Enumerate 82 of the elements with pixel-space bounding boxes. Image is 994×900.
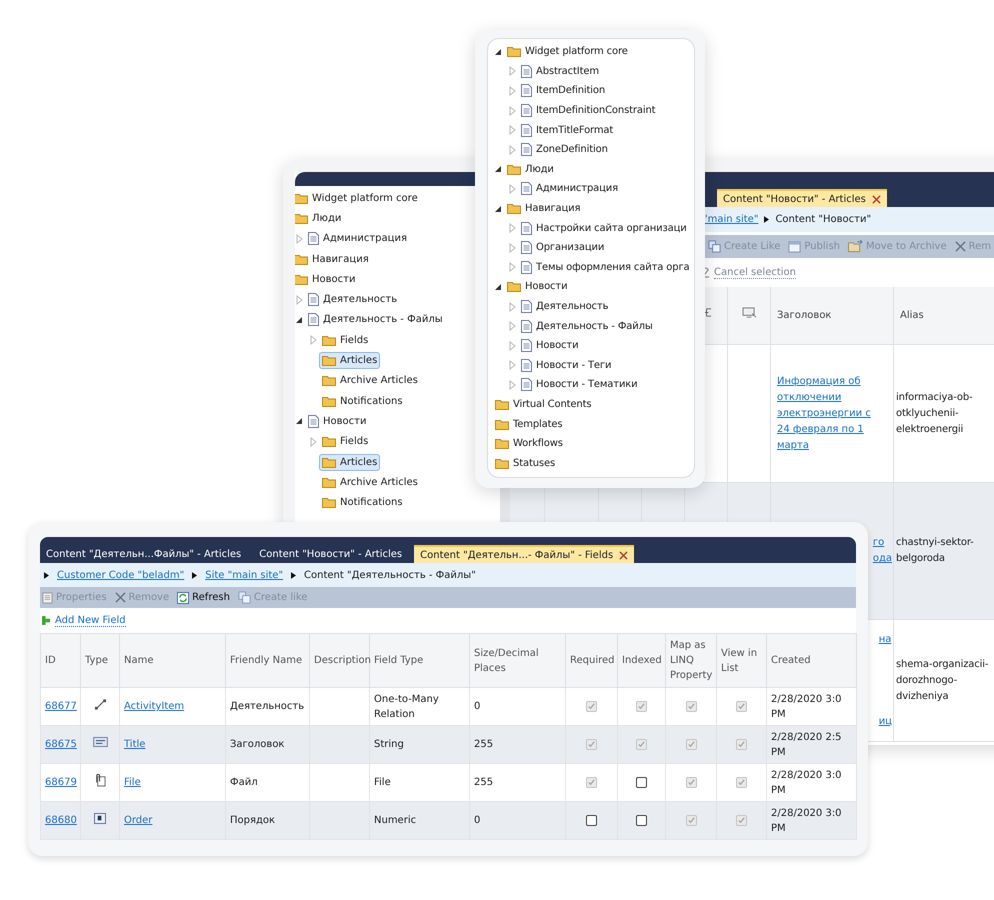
tree-item[interactable]: ItemDefinition (518, 81, 608, 100)
tree-item[interactable]: Widget platform core (295, 190, 421, 207)
tree-item[interactable]: Навигация (295, 250, 372, 268)
breadcrumb-current: Content "Деятельность - Файлы" (304, 570, 476, 580)
column-header: Name (120, 634, 226, 688)
column-header: Created (766, 634, 856, 688)
table-cell: 255 (470, 726, 566, 764)
add-field-link[interactable]: Add New Field (55, 614, 126, 626)
tree-item[interactable]: Деятельность (518, 297, 612, 316)
tree-item[interactable]: Деятельность - Файлы (305, 310, 446, 330)
table-cell: 2/28/2020 2:5 PM (766, 726, 856, 764)
tree-item[interactable]: Workflows (492, 435, 566, 452)
toolbar-button[interactable]: Refresh (175, 592, 232, 604)
tree-item[interactable]: ItemDefinitionConstraint (518, 101, 658, 120)
breadcrumb-link[interactable]: "main site" (703, 214, 758, 225)
tree-item[interactable]: Люди (504, 160, 557, 178)
tree-item[interactable]: Archive Articles (319, 474, 421, 491)
tab[interactable]: Content "Деятельн...Файлы" - Articles (40, 545, 248, 563)
article-title-link[interactable]: Информация об отключении электроэнергии с 24 февраля по 1 марта (777, 374, 871, 454)
tree-item[interactable]: Notifications (319, 494, 406, 512)
field-name-link[interactable]: Title (124, 739, 146, 750)
column-header: Alias (894, 287, 994, 345)
cancel-selection-link[interactable]: Cancel selection (714, 266, 796, 278)
table-cell: Numeric (370, 802, 470, 840)
column-header: Size/Decimal Places (470, 634, 566, 688)
table-cell: String (370, 726, 470, 764)
tree-item[interactable]: Администрация (518, 179, 622, 198)
column-header: View in List (716, 634, 766, 688)
field-name-link[interactable]: File (124, 777, 141, 788)
tab[interactable]: Content "Деятельн...- Файлы" - Fields (414, 545, 634, 563)
article-title-link[interactable]: на иц (878, 632, 892, 730)
breadcrumb-link[interactable]: Site "main site" (205, 570, 284, 580)
table-cell: Порядок (226, 802, 310, 840)
tree-item[interactable]: Люди (295, 210, 344, 227)
tree-item[interactable]: Новости (295, 270, 358, 288)
tree-item[interactable]: Навигация (504, 200, 584, 218)
tree-item[interactable]: Настройки сайта организаци (518, 218, 690, 238)
tree-item[interactable]: Archive Articles (319, 372, 421, 390)
tree-item[interactable]: Notifications (319, 392, 406, 410)
tree-item[interactable]: AbstractItem (518, 62, 602, 81)
article-title-link[interactable]: го ода (872, 535, 892, 567)
column-header: ID (40, 634, 80, 688)
breadcrumb-current: Content "Новости" (775, 214, 872, 225)
tab[interactable]: Content "Новости" - Articles (717, 189, 887, 207)
field-name-link[interactable]: ActivityItem (124, 701, 184, 712)
column-header: Type (80, 634, 120, 688)
tree-item[interactable]: Articles (319, 454, 380, 470)
tree-item[interactable]: Fields (319, 433, 372, 450)
tree-item[interactable]: Новости - Тематики (518, 375, 641, 394)
column-header: Description (310, 634, 370, 688)
column-header: Заголовок (771, 287, 894, 345)
tree-item[interactable]: Articles (319, 352, 380, 370)
alias-text: informaciya-ob-otklyuchenii-elektroenergii (896, 390, 974, 436)
column-header: Field Type (370, 634, 470, 688)
tree-item[interactable]: Widget platform core (504, 43, 631, 60)
tree-item[interactable]: Templates (492, 416, 566, 433)
tree-item[interactable]: Темы оформления сайта орга (518, 258, 693, 277)
tree-item[interactable]: Деятельность - Файлы (518, 316, 656, 336)
tree-item[interactable]: Деятельность (305, 290, 400, 310)
column-header: Indexed (618, 634, 666, 688)
tree-item[interactable]: Fields (319, 332, 372, 349)
field-name-link[interactable]: Order (124, 815, 152, 826)
table-cell: 2/28/2020 3:0 PM (766, 802, 856, 840)
tree-item[interactable]: Virtual Contents (492, 396, 594, 413)
column-header: Friendly Name (226, 634, 310, 688)
column-header: Required (566, 634, 618, 688)
alias-text: chastnyi-sektor-belgoroda (896, 536, 975, 566)
tree-item[interactable]: Организации (518, 238, 608, 258)
table-cell: 0 (470, 802, 566, 840)
tree-item[interactable]: Новости (305, 412, 370, 431)
tree-item[interactable]: Statuses (492, 454, 558, 472)
tree-item[interactable]: ZoneDefinition (518, 140, 611, 160)
tree-item[interactable]: ItemTitleFormat (518, 120, 616, 140)
tree-item[interactable]: Администрация (305, 229, 410, 248)
column-header: Map as LINQ Property (666, 634, 716, 688)
tab[interactable]: Content "Новости" - Articles (253, 545, 408, 563)
breadcrumb-link[interactable]: Customer Code "beladm" (57, 570, 184, 580)
tree-item[interactable]: Новости (518, 336, 582, 356)
tree-item[interactable]: Новости - Теги (518, 356, 614, 375)
alias-text: shema-organizacii-dorozhnogo-dvizheniya (896, 658, 990, 704)
table-cell: Заголовок (226, 726, 310, 764)
tree-item[interactable]: Новости (504, 278, 570, 296)
